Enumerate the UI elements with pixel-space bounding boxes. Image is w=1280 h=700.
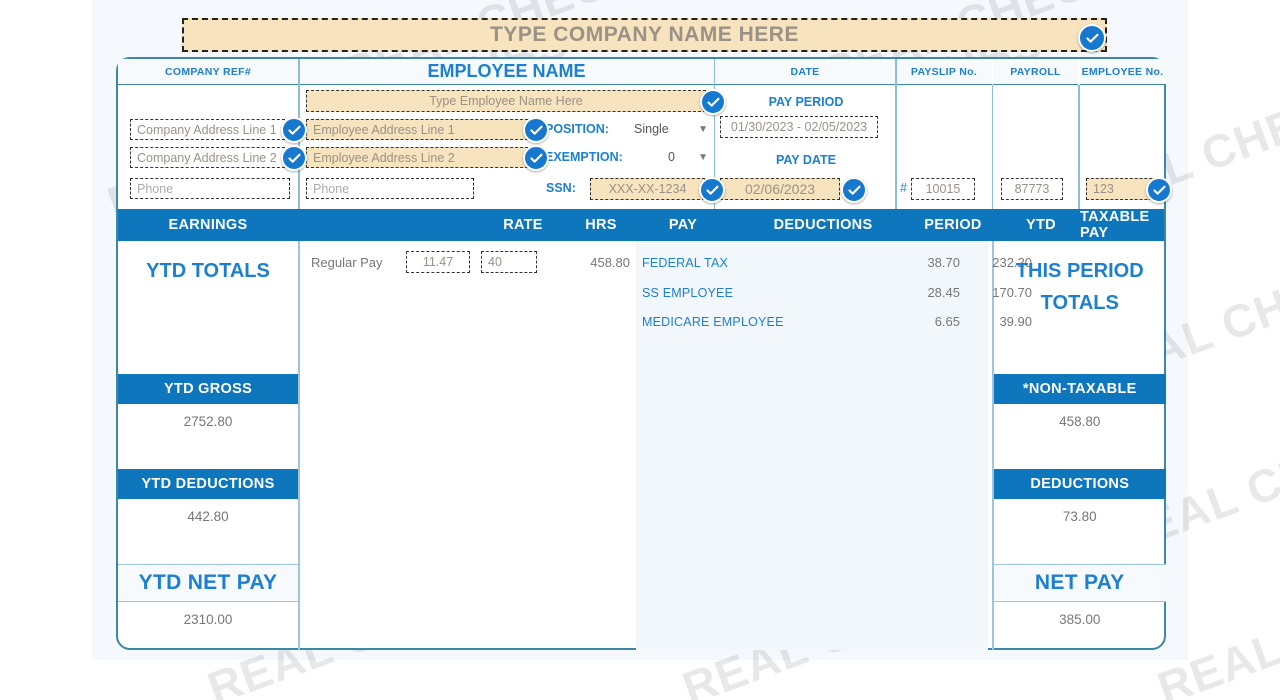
- deduction-row-period: 28.45: [927, 285, 960, 300]
- exemption-value: 0: [668, 150, 675, 164]
- deductions-column-tint: [636, 241, 988, 650]
- employee-name-verified-icon[interactable]: [700, 89, 726, 115]
- date-header: DATE: [715, 59, 895, 85]
- pay-date-label: PAY DATE: [776, 153, 836, 167]
- ssn-label: SSN:: [546, 181, 576, 195]
- payslip-no-value: 10015: [925, 182, 961, 196]
- ssn-verified-icon[interactable]: [699, 177, 725, 203]
- employee-phone-placeholder: Phone: [313, 181, 350, 196]
- ytd-net-pay-value: 2310.00: [183, 612, 233, 627]
- ytd-gross-value: 2752.80: [183, 414, 233, 429]
- col-header-deductions: DEDUCTIONS: [773, 217, 873, 233]
- divider: [1078, 85, 1080, 209]
- company-address-2-verified-icon[interactable]: [281, 145, 307, 171]
- period-deductions-label: DEDUCTIONS: [993, 469, 1166, 499]
- earnings-rate-input[interactable]: 11.47: [406, 251, 470, 273]
- this-period-totals-block: THIS PERIOD TOTALS *NON-TAXABLE 458.80 D…: [993, 241, 1166, 662]
- company-phone-placeholder: Phone: [137, 181, 174, 196]
- payslip-hash-symbol: #: [900, 181, 907, 195]
- pay-date-value: 02/06/2023: [744, 181, 816, 197]
- position-label: POSITION:: [545, 122, 609, 136]
- net-pay-label: NET PAY: [993, 564, 1166, 602]
- pay-date-verified-icon[interactable]: [841, 177, 867, 203]
- pay-date-input[interactable]: 02/06/2023: [720, 178, 840, 200]
- employee-info-section: COMPANY REF# EMPLOYEE NAME DATE PAYSLIP …: [118, 59, 1172, 209]
- divider: [298, 241, 300, 650]
- payroll-input[interactable]: 87773: [1001, 178, 1063, 200]
- earnings-rate-value: 11.47: [422, 255, 454, 269]
- pay-period-input[interactable]: 01/30/2023 - 02/05/2023: [720, 116, 878, 138]
- company-name-verified-icon[interactable]: [1078, 24, 1106, 52]
- net-pay-value: 385.00: [1059, 612, 1101, 627]
- exemption-label: EXEMPTION:: [545, 150, 623, 164]
- ssn-value: XXX-XX-1234: [608, 182, 687, 196]
- this-period-totals-title: THIS PERIOD TOTALS: [1015, 260, 1144, 314]
- employee-address-1-verified-icon[interactable]: [523, 117, 549, 143]
- company-ref-header: COMPANY REF#: [118, 59, 298, 85]
- ytd-totals-title: YTD TOTALS: [146, 260, 270, 282]
- ytd-net-pay-label: YTD NET PAY: [118, 564, 298, 602]
- col-header-taxable-pay: TAXABLE PAY: [1080, 209, 1150, 241]
- employee-address-line-2-input[interactable]: Employee Address Line 2: [306, 147, 538, 168]
- deduction-row-name: SS EMPLOYEE: [642, 286, 734, 300]
- employee-phone-input[interactable]: Phone: [306, 178, 474, 199]
- earnings-hrs-input[interactable]: 40: [481, 251, 537, 273]
- chevron-down-icon: ▼: [698, 151, 708, 163]
- payroll-value: 87773: [1014, 182, 1050, 196]
- payslip-no-input[interactable]: 10015: [911, 178, 975, 200]
- company-address-line-1-value: Company Address Line 1: [137, 122, 277, 137]
- employee-address-line-2-value: Employee Address Line 2: [313, 150, 455, 165]
- deduction-row-period: 38.70: [927, 255, 960, 270]
- divider: [991, 85, 993, 209]
- exemption-select[interactable]: 0 ▼: [630, 147, 712, 167]
- company-address-line-2-input[interactable]: Company Address Line 2: [130, 147, 290, 168]
- paystub-table-header: EARNINGS RATE HRS PAY DEDUCTIONS PERIOD …: [118, 209, 1164, 241]
- pay-period-label: PAY PERIOD: [768, 95, 844, 109]
- employee-no-value: 123: [1093, 182, 1114, 196]
- col-header-pay: PAY: [668, 217, 698, 233]
- company-name-value: TYPE COMPANY NAME HERE: [490, 23, 799, 46]
- paystub-card: COMPANY REF# EMPLOYEE NAME DATE PAYSLIP …: [116, 57, 1172, 650]
- divider: [895, 59, 897, 209]
- ytd-gross-label: YTD GROSS: [118, 374, 298, 404]
- employee-address-line-1-input[interactable]: Employee Address Line 1: [306, 119, 538, 140]
- employee-name-input[interactable]: Type Employee Name Here: [306, 90, 706, 112]
- earnings-pay-value: 458.80: [590, 255, 630, 270]
- employee-name-header: EMPLOYEE NAME: [299, 59, 714, 85]
- company-address-line-2-value: Company Address Line 2: [137, 150, 277, 165]
- company-address-line-1-input[interactable]: Company Address Line 1: [130, 119, 290, 140]
- employee-address-line-1-value: Employee Address Line 1: [313, 122, 455, 137]
- deduction-row-period: 6.65: [934, 314, 960, 329]
- employee-name-value: Type Employee Name Here: [429, 94, 583, 108]
- employee-no-verified-icon[interactable]: [1146, 177, 1172, 203]
- period-deductions-value: 73.80: [1062, 509, 1097, 524]
- chevron-down-icon: ▼: [698, 123, 708, 135]
- employee-address-2-verified-icon[interactable]: [523, 145, 549, 171]
- paystub-table-body: YTD TOTALS YTD GROSS 2752.80 YTD DEDUCTI…: [118, 241, 1166, 650]
- ytd-totals-block: YTD TOTALS YTD GROSS 2752.80 YTD DEDUCTI…: [118, 241, 298, 662]
- col-header-ytd: YTD: [1026, 217, 1056, 233]
- col-header-period: PERIOD: [924, 217, 982, 233]
- non-taxable-label: *NON-TAXABLE: [993, 374, 1166, 404]
- pay-period-value: 01/30/2023 - 02/05/2023: [730, 120, 868, 134]
- ssn-input[interactable]: XXX-XX-1234: [590, 178, 705, 200]
- company-name-input[interactable]: TYPE COMPANY NAME HERE: [182, 18, 1107, 52]
- earnings-row-name: Regular Pay: [311, 255, 383, 270]
- ytd-deductions-label: YTD DEDUCTIONS: [118, 469, 298, 499]
- employee-no-header: EMPLOYEE No.: [1079, 59, 1166, 85]
- deduction-row-name: MEDICARE EMPLOYEE: [642, 315, 784, 329]
- non-taxable-value: 458.80: [1059, 414, 1101, 429]
- position-value: Single: [634, 122, 669, 136]
- earnings-hrs-value: 40: [488, 255, 502, 269]
- payslip-no-header: PAYSLIP No.: [896, 59, 992, 85]
- col-header-hrs: HRS: [585, 217, 617, 233]
- company-address-1-verified-icon[interactable]: [281, 117, 307, 143]
- payroll-header: PAYROLL: [993, 59, 1078, 85]
- company-phone-input[interactable]: Phone: [130, 178, 290, 199]
- position-select[interactable]: Single ▼: [630, 119, 712, 139]
- col-header-earnings: EARNINGS: [168, 217, 248, 233]
- ytd-deductions-value: 442.80: [187, 509, 229, 524]
- deduction-row-name: FEDERAL TAX: [642, 256, 729, 270]
- col-header-rate: RATE: [503, 217, 543, 233]
